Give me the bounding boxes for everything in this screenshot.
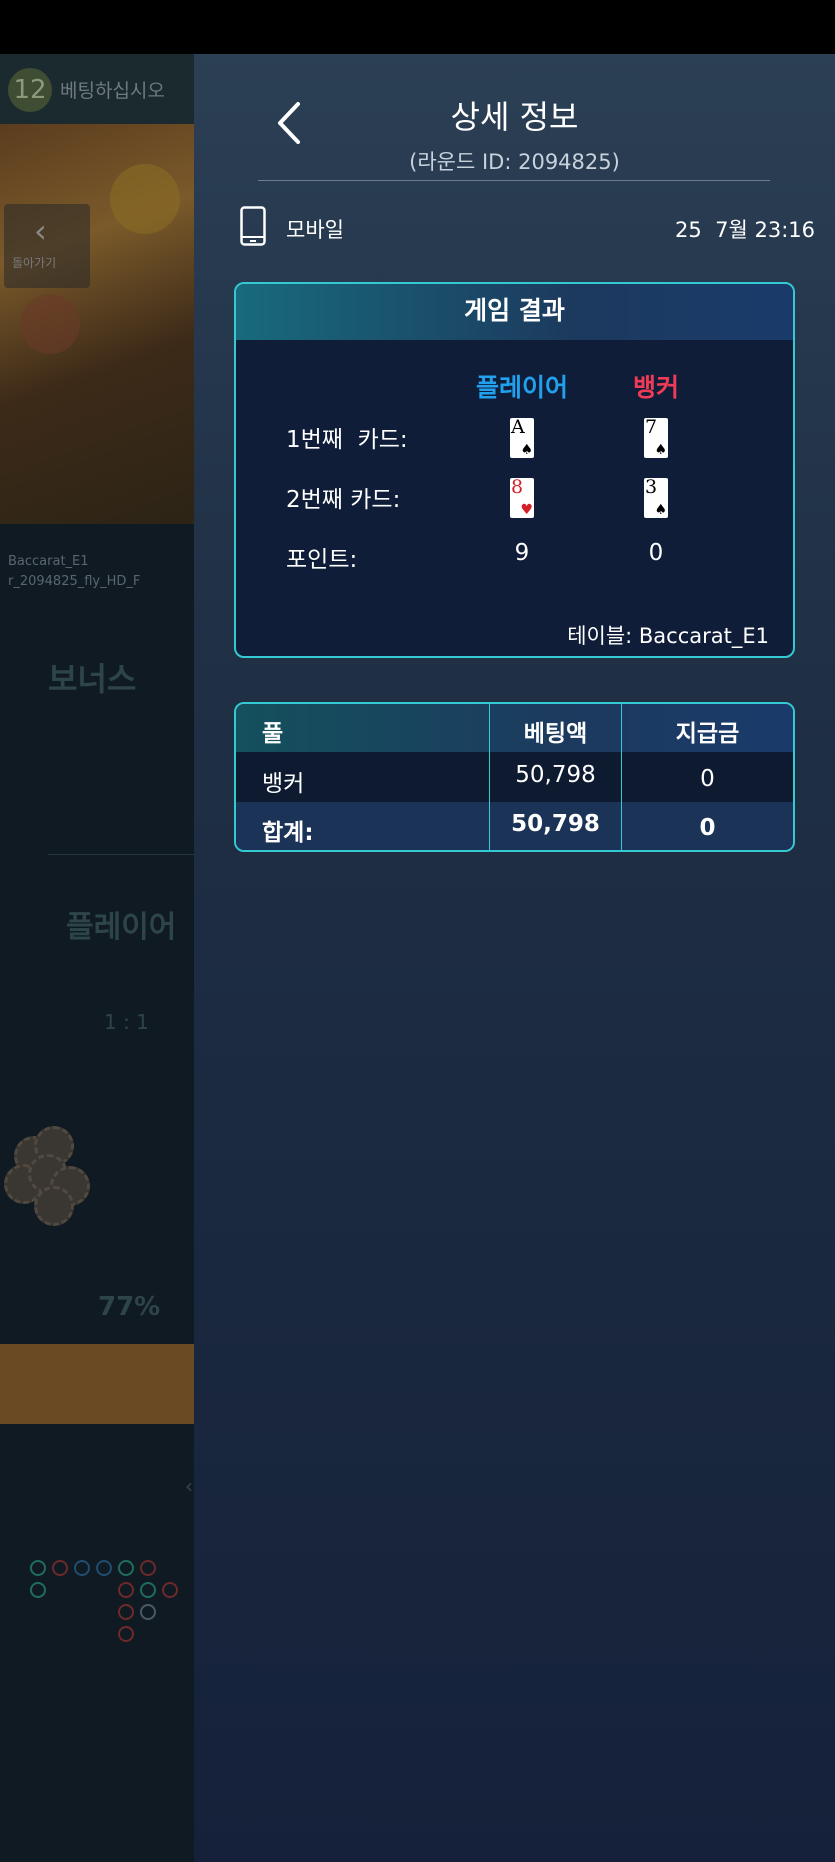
bg-live-video: ‹ 돌아가기 Baccarat_E1 r_2094825_fly_HD_F xyxy=(0,124,194,589)
bg-bonus-label: 보너스 xyxy=(48,660,137,698)
bg-game-header: 12 베팅하십시오 xyxy=(0,54,194,124)
header-bet-amount: 베팅액 xyxy=(523,721,588,747)
bg-video-caption: r_2094825_fly_HD_F xyxy=(8,574,141,589)
bg-chip-stack xyxy=(0,1124,90,1226)
first-card-label: 1번째 카드: xyxy=(286,427,408,453)
round-id: (라운드 ID: 2094825) xyxy=(409,150,620,174)
player-points: 9 xyxy=(514,540,530,566)
round-timestamp: 25 7월 23:16 xyxy=(675,218,815,242)
page-title: 상세 정보 xyxy=(450,98,579,136)
background-game-screen: 12 베팅하십시오 ‹ 돌아가기 Baccarat_E1 r_2094825_f… xyxy=(0,54,194,1862)
banker-points: 0 xyxy=(648,540,664,566)
game-result-header: 게임 결과 xyxy=(236,284,793,340)
points-label: 포인트: xyxy=(286,547,358,573)
cell-bet-amount: 50,798 xyxy=(515,762,596,788)
header-payout: 지급금 xyxy=(675,721,740,747)
divider xyxy=(258,180,770,181)
bg-video-caption: Baccarat_E1 xyxy=(8,554,89,569)
second-card-label: 2번째 카드: xyxy=(286,487,401,513)
bg-bet-bar xyxy=(0,1344,194,1424)
bg-decoration xyxy=(20,294,80,354)
bet-summary-table: 풀 베팅액 지급금 뱅커 50,798 0 합계: 50,798 0 xyxy=(234,702,795,852)
mobile-phone-icon xyxy=(240,206,266,246)
header-pool: 풀 xyxy=(262,721,284,747)
cell-payout: 0 xyxy=(700,766,715,792)
game-result-card: 게임 결과 플레이어 뱅커 1번째 카드: 2번째 카드: 포인트: A ♠ 8… xyxy=(234,282,795,658)
player-column-label: 플레이어 xyxy=(475,373,568,402)
playing-card: 8 ♥ xyxy=(510,476,534,518)
bg-player-label: 플레이어 xyxy=(66,910,177,945)
bg-betting-prompt: 베팅하십시오 xyxy=(60,80,165,102)
table-name: 테이블: Baccarat_E1 xyxy=(567,624,769,648)
bg-bet-percentage: 77% xyxy=(98,1292,161,1322)
playing-card: 7 ♠ xyxy=(644,416,668,458)
total-label: 합계: xyxy=(262,820,314,846)
bg-roadmap xyxy=(24,1554,194,1854)
playing-card: A ♠ xyxy=(510,416,534,458)
cell-pool: 뱅커 xyxy=(262,771,305,797)
bg-divider xyxy=(48,854,194,855)
status-bar xyxy=(0,0,835,54)
banker-column-label: 뱅커 xyxy=(632,373,679,402)
total-payout: 0 xyxy=(699,815,716,841)
round-detail-panel: 상세 정보 (라운드 ID: 2094825) 모바일 25 7월 23:16 … xyxy=(194,54,835,1862)
bg-chevron-left-icon: ‹ xyxy=(34,212,47,250)
bg-decoration xyxy=(110,164,180,234)
bg-payout-ratio: 1 : 1 xyxy=(104,1010,149,1034)
bg-back-button: ‹ 돌아가기 xyxy=(4,204,90,288)
bg-back-label: 돌아가기 xyxy=(12,256,57,270)
bg-arrow-icon: ‹ xyxy=(185,1474,193,1498)
bg-countdown-timer: 12 xyxy=(8,68,52,112)
playing-card: 3 ♠ xyxy=(644,476,668,518)
total-bet-amount: 50,798 xyxy=(511,811,600,837)
device-label: 모바일 xyxy=(286,218,344,242)
